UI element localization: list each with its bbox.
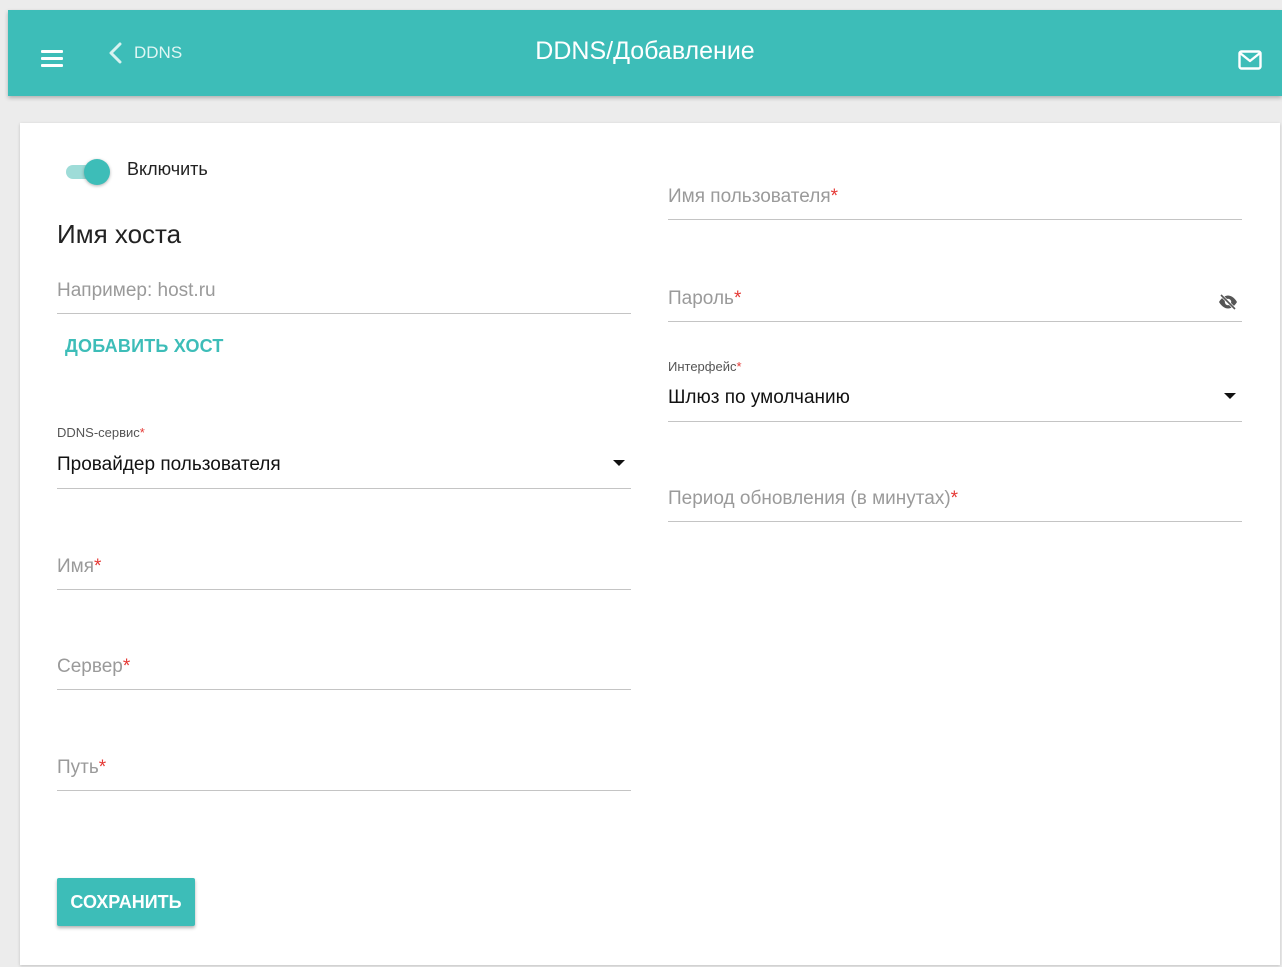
- caret-down-icon: [613, 460, 625, 466]
- enable-toggle[interactable]: [64, 159, 112, 185]
- eye-off-icon[interactable]: [1217, 293, 1239, 311]
- name-input[interactable]: Имя*: [57, 543, 631, 590]
- save-button[interactable]: СОХРАНИТЬ: [57, 878, 195, 926]
- username-input[interactable]: Имя пользователя*: [668, 173, 1242, 220]
- server-input[interactable]: Сервер*: [57, 643, 631, 690]
- update-period-input[interactable]: Период обновления (в минутах)*: [668, 475, 1242, 522]
- server-label: Сервер*: [57, 656, 131, 677]
- username-label: Имя пользователя*: [668, 186, 839, 207]
- hostname-section-title: Имя хоста: [57, 219, 182, 249]
- mail-icon[interactable]: [1238, 50, 1262, 70]
- password-label: Пароль*: [668, 288, 742, 309]
- hostname-placeholder: Например: host.ru: [57, 280, 216, 301]
- top-bar: DDNS DDNS/Добавление: [8, 10, 1282, 96]
- caret-down-icon: [1224, 393, 1236, 399]
- interface-value: Шлюз по умолчанию: [668, 387, 850, 408]
- add-host-button[interactable]: ДОБАВИТЬ ХОСТ: [65, 336, 224, 357]
- interface-label: Интерфейс*: [668, 359, 742, 374]
- update-period-label: Период обновления (в минутах)*: [668, 488, 959, 509]
- ddns-service-value: Провайдер пользователя: [57, 454, 281, 475]
- path-input[interactable]: Путь*: [57, 744, 631, 791]
- interface-select[interactable]: Интерфейс* Шлюз по умолчанию: [668, 359, 1242, 422]
- hostname-input[interactable]: Например: host.ru: [57, 268, 631, 314]
- name-label: Имя*: [57, 556, 102, 577]
- page-title: DDNS/Добавление: [535, 37, 755, 65]
- enable-label: Включить: [127, 159, 208, 179]
- ddns-service-label: DDNS-сервис*: [57, 425, 145, 440]
- ddns-service-select[interactable]: DDNS-сервис* Провайдер пользователя: [57, 425, 631, 489]
- password-input[interactable]: Пароль*: [668, 275, 1242, 322]
- form-card: Включить Имя хоста Например: host.ru ДОБ…: [20, 123, 1280, 965]
- path-label: Путь*: [57, 757, 107, 778]
